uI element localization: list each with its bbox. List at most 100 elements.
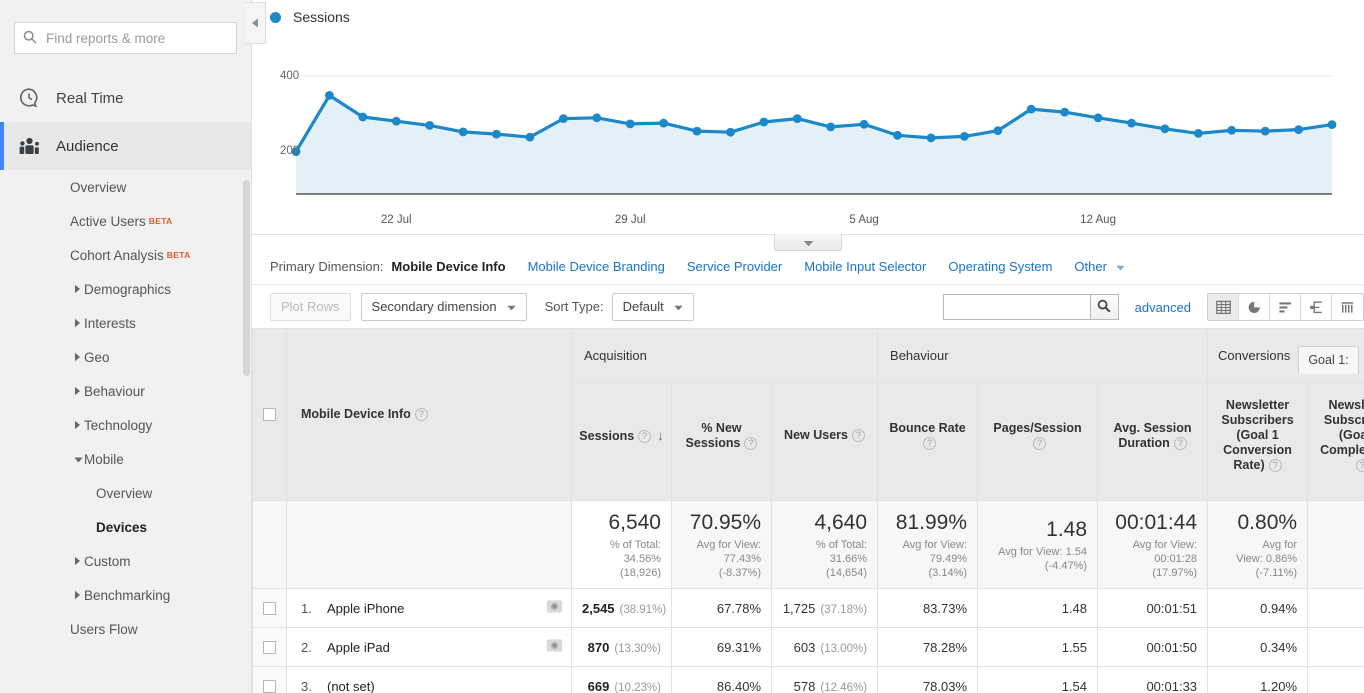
sidebar-item-users-flow[interactable]: Users Flow [0,612,251,646]
sidebar-item-benchmarking[interactable]: Benchmarking [0,578,251,612]
sidebar-item-behaviour[interactable]: Behaviour [0,374,251,408]
table-body: 6,540 % of Total: 34.56% (18,926) 70.95% Avg … [252,500,1364,693]
sidebar-item-demographics[interactable]: Demographics [0,272,251,306]
help-icon[interactable]: ? [744,436,758,450]
sidebar-item-active-users[interactable]: Active Users BETA [0,204,251,238]
help-icon[interactable]: ? [1173,436,1187,450]
triangle-right-icon [74,316,81,331]
cell-new-users: 578 (12.46%) [770,666,879,693]
summary-value: 6,540 [608,511,661,534]
cell-new-sessions: 67.78% [671,588,772,628]
pages-session-value: 1.55 [1061,639,1088,655]
sidebar-collapse-button[interactable] [246,2,266,44]
sidebar-item-technology[interactable]: Technology [0,408,251,442]
table-row[interactable]: 3. (not set) 669 (10.23%) 86.40% 578 (12.46%) 7… [252,666,1364,693]
summary-value: 81.99% [895,511,968,534]
primary-dimension-link-operating-system[interactable]: Operating System [948,259,1052,274]
sidebar-item-audience[interactable]: Audience [0,122,251,170]
cell-pages-session: 1.54 [977,666,1099,693]
primary-dimension-link-service-provider[interactable]: Service Provider [687,259,782,274]
summary-value: 1.48 [1046,518,1088,541]
sessions-line-chart[interactable] [270,34,1340,212]
col-header-new-users[interactable]: New Users? [770,382,879,501]
col-header-avg-duration[interactable]: Avg. Session Duration? [1097,382,1209,501]
table-search-button[interactable] [1090,294,1119,320]
summary-cell-new_sessions: 70.95% Avg for View: 77.43% (-8.37%) [671,500,772,589]
col-header-pages-session[interactable]: Pages/Session? [977,382,1099,501]
col-header-goal-completions[interactable]: Newsletter Subscribers (Goal 1 Completio… [1307,382,1364,501]
summary-cell-sessions: 6,540 % of Total: 34.56% (18,926) [571,500,672,589]
triangle-right-icon [74,588,81,603]
sidebar-item-mobile[interactable]: Mobile [0,442,251,476]
comparison-view-button[interactable] [1301,294,1332,320]
new-users-percent: (13.00%) [820,642,868,655]
help-icon[interactable]: ? [1033,436,1047,450]
dimension-header[interactable]: Mobile Device Info? [286,328,572,501]
row-device-name[interactable]: (not set) [327,679,563,693]
pivot-icon [1341,301,1354,313]
col-header-new-sessions[interactable]: % New Sessions? [671,382,772,501]
cell-goal-rate: 0.34% [1207,627,1309,667]
x-axis-labels: 22 Jul 29 Jul 5 Aug 12 Aug [270,212,1354,234]
sidebar-item-interests[interactable]: Interests [0,306,251,340]
cell-bounce-rate: 78.03% [877,666,979,693]
pie-view-button[interactable] [1239,294,1270,320]
row-checkbox[interactable] [263,640,276,654]
help-icon[interactable]: ? [638,429,652,443]
chart-legend: Sessions [252,0,1364,34]
sort-type-select[interactable]: Default [611,292,694,321]
sessions-percent: (38.91%) [619,603,667,616]
report-search-box[interactable] [14,22,237,54]
table-row[interactable]: 1. Apple iPhone 2,545 (38.91%) 67.78% 1,725 (3… [252,588,1364,628]
plot-rows-button[interactable]: Plot Rows [270,292,351,321]
help-icon[interactable]: ? [1355,459,1364,473]
sidebar-item-real-time[interactable]: Real Time [0,74,251,122]
advanced-filter-link[interactable]: advanced [1135,300,1191,315]
y-axis-tick-200: 200 [280,145,300,157]
sidebar-item-geo[interactable]: Geo [0,340,251,374]
col-header-sessions[interactable]: Sessions? ↓ [571,382,672,501]
help-icon[interactable]: ? [414,408,428,422]
primary-dimension-link-mobile-device-branding[interactable]: Mobile Device Branding [528,259,665,274]
pivot-view-button[interactable] [1332,294,1363,320]
help-icon[interactable]: ? [851,429,865,443]
row-checkbox[interactable] [263,679,276,693]
table-search-input[interactable] [942,294,1091,320]
col-header-bounce-rate[interactable]: Bounce Rate? [877,382,979,501]
col-header-goal-rate[interactable]: Newsletter Subscribers (Goal 1 Conversio… [1207,382,1309,501]
select-all-checkbox[interactable] [263,408,276,421]
table-view-button[interactable] [1208,294,1239,320]
bounce-rate-value: 78.03% [922,678,968,693]
sidebar-item-devices[interactable]: Devices [0,510,251,544]
summary-checkbox-cell [252,500,287,589]
sidebar-item-label: Users Flow [70,621,138,637]
analytics-page: Real Time Audience OverviewActive UsersB… [0,0,1364,693]
row-device-name[interactable]: Apple iPhone [327,601,546,616]
sidebar-item-overview[interactable]: Overview [0,170,251,204]
triangle-down-icon [74,452,83,467]
sidebar-scrollbar[interactable] [243,180,250,376]
y-axis-tick-400: 400 [280,70,300,82]
performance-view-button[interactable] [1270,294,1301,320]
row-dimension-cell: 1. Apple iPhone [286,588,572,628]
primary-dimension-other[interactable]: Other [1074,259,1125,274]
row-checkbox[interactable] [263,601,276,615]
group-header-acquisition: Acquisition [570,328,879,383]
goal-selector-tab[interactable]: Goal 1: [1298,345,1359,374]
secondary-dimension-button[interactable]: Secondary dimension [360,292,527,321]
search-input[interactable] [44,29,228,47]
primary-dimension-active[interactable]: Mobile Device Info [391,259,505,274]
caret-down-icon [506,299,516,314]
sidebar-item-overview[interactable]: Overview [0,476,251,510]
goal-rate-value: 0.94% [1260,600,1298,616]
row-device-name[interactable]: Apple iPad [327,640,546,655]
table-row[interactable]: 2. Apple iPad 870 (13.30%) 69.31% 603 (13.00%)… [252,627,1364,667]
sidebar-item-cohort-analysis[interactable]: Cohort Analysis BETA [0,238,251,272]
help-icon[interactable]: ? [1268,459,1282,473]
new-users-percent: (37.18%) [820,603,868,616]
help-icon[interactable]: ? [923,436,937,450]
chart-plot-area[interactable]: 400 200 [270,34,1354,212]
avg-duration-value: 00:01:50 [1146,639,1198,655]
primary-dimension-link-mobile-input-selector[interactable]: Mobile Input Selector [804,259,926,274]
sidebar-item-custom[interactable]: Custom [0,544,251,578]
